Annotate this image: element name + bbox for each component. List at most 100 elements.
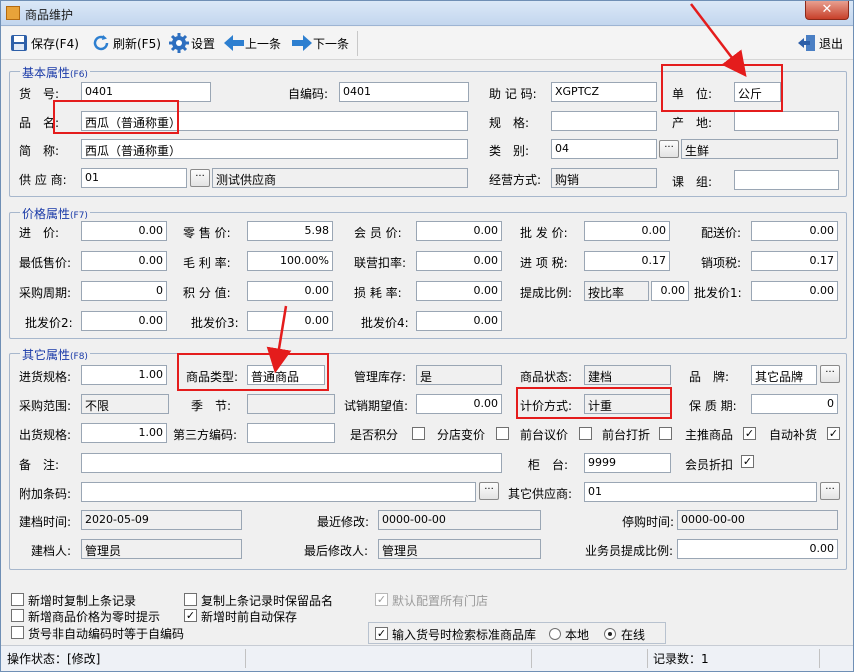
- member-discount-checkbox[interactable]: ✓: [741, 455, 754, 468]
- operation-state: 操作状态：[修改]: [7, 652, 101, 666]
- auto-save-checkbox[interactable]: ✓: [184, 609, 197, 622]
- price-field[interactable]: 0.00: [751, 281, 838, 301]
- price-field[interactable]: 0.00: [751, 221, 838, 241]
- modifier-field: 管理员: [378, 539, 541, 559]
- supplier-name-field: 测试供应商: [212, 168, 468, 188]
- status-separator: [531, 649, 532, 668]
- attribute-checkbox-label: 主推商品: [685, 428, 734, 442]
- arrow-right-icon: [291, 33, 312, 53]
- price-label: 毛 利 率:: [183, 256, 231, 270]
- creator-label: 建档人:: [31, 544, 72, 558]
- created-label: 建档时间:: [19, 515, 72, 529]
- close-button[interactable]: ✕: [805, 1, 849, 20]
- unit-field[interactable]: 公斤: [734, 82, 781, 102]
- goods-type-label: 商品类型:: [186, 370, 239, 384]
- team-field[interactable]: [734, 170, 839, 190]
- price-field[interactable]: 0.00: [416, 221, 502, 241]
- brand-field[interactable]: 其它品牌: [751, 365, 817, 385]
- price-field[interactable]: 100.00%: [247, 251, 333, 271]
- copy-keep-name-checkbox[interactable]: [184, 593, 197, 606]
- category-code-field[interactable]: 04: [551, 139, 657, 159]
- price-field[interactable]: 0: [81, 281, 167, 301]
- price-field[interactable]: 0.00: [584, 221, 670, 241]
- settings-button[interactable]: 设置: [169, 32, 215, 54]
- self-code-field[interactable]: 0401: [339, 82, 469, 102]
- short-name-field[interactable]: 西瓜（普通称重）: [81, 139, 468, 159]
- purchase-spec-field[interactable]: 1.00: [81, 365, 167, 385]
- attribute-checkbox-label: 前台打折: [602, 428, 651, 442]
- supplier-code-field[interactable]: 01: [81, 168, 187, 188]
- spec-label: 规 格:: [489, 116, 530, 130]
- online-radio[interactable]: [604, 628, 616, 640]
- next-button[interactable]: 下一条: [291, 32, 349, 54]
- modified-field: 0000-00-00: [378, 510, 541, 530]
- supplier-browse-button[interactable]: ···: [190, 169, 210, 187]
- remark-field[interactable]: [81, 453, 502, 473]
- counter-label: 柜 台:: [528, 458, 569, 472]
- price-field[interactable]: 0.17: [751, 251, 838, 271]
- ship-spec-field[interactable]: 1.00: [81, 423, 167, 443]
- save-button[interactable]: 保存(F4): [9, 32, 79, 54]
- stop-field: 0000-00-00: [677, 510, 838, 530]
- online-label: 在线: [621, 628, 646, 642]
- attribute-checkbox[interactable]: ✓: [827, 427, 840, 440]
- name-field[interactable]: 西瓜（普通称重）: [81, 111, 468, 131]
- search-std-checkbox[interactable]: ✓: [375, 627, 388, 640]
- attribute-checkbox[interactable]: [659, 427, 672, 440]
- shelf-label: 保 质 期:: [689, 399, 737, 413]
- attribute-checkbox-label: 自动补货: [769, 428, 818, 442]
- copy-last-checkbox[interactable]: [11, 593, 24, 606]
- counter-field[interactable]: 9999: [584, 453, 671, 473]
- price-field[interactable]: 0.00: [416, 281, 502, 301]
- exit-button[interactable]: 退出: [797, 32, 843, 54]
- category-browse-button[interactable]: ···: [659, 140, 679, 158]
- goods-type-field[interactable]: 普通商品: [247, 365, 325, 385]
- biz-mode-field[interactable]: 购销: [551, 168, 657, 188]
- commission-field[interactable]: 0.00: [677, 539, 838, 559]
- mnemonic-field[interactable]: XGPTCZ: [551, 82, 657, 102]
- price-field[interactable]: 0.00: [247, 281, 333, 301]
- no-auto-code-label: 货号非自动编码时等于自编码: [28, 627, 185, 641]
- price-field[interactable]: 5.98: [247, 221, 333, 241]
- status-field[interactable]: 建档: [584, 365, 671, 385]
- third-code-label: 第三方编码:: [173, 428, 238, 442]
- price-field[interactable]: 0.00: [416, 311, 502, 331]
- purchase-range-field[interactable]: 不限: [81, 394, 169, 414]
- price-field[interactable]: 0.00: [416, 251, 502, 271]
- pricing-field[interactable]: 计重: [584, 394, 671, 414]
- price-field[interactable]: 0.00: [81, 311, 167, 331]
- local-radio[interactable]: [549, 628, 561, 640]
- no-auto-code-checkbox[interactable]: [11, 626, 24, 639]
- barcode-browse-button[interactable]: ···: [479, 482, 499, 500]
- attribute-checkbox[interactable]: [579, 427, 592, 440]
- price-field[interactable]: 0.17: [584, 251, 670, 271]
- other-supplier-field[interactable]: 01: [584, 482, 817, 502]
- origin-field[interactable]: [734, 111, 839, 131]
- prev-button[interactable]: 上一条: [223, 32, 281, 54]
- shelf-field[interactable]: 0: [751, 394, 838, 414]
- price-field[interactable]: 0.00: [247, 311, 333, 331]
- price-field[interactable]: 0.00: [651, 281, 689, 301]
- price-label: 会 员 价:: [354, 226, 402, 240]
- trial-field[interactable]: 0.00: [416, 394, 502, 414]
- brand-browse-button[interactable]: ···: [820, 365, 840, 383]
- price-field[interactable]: 0.00: [81, 251, 167, 271]
- spec-field[interactable]: [551, 111, 657, 131]
- price-zero-warn-checkbox[interactable]: [11, 609, 24, 622]
- attribute-checkbox[interactable]: ✓: [743, 427, 756, 440]
- price-field[interactable]: 0.00: [81, 221, 167, 241]
- price-label: 批发价4:: [361, 316, 409, 330]
- manage-stock-field[interactable]: 是: [416, 365, 502, 385]
- extra-barcode-field[interactable]: [81, 482, 476, 502]
- item-no-label: 货 号:: [19, 87, 60, 101]
- third-code-field[interactable]: [247, 423, 335, 443]
- season-field[interactable]: [247, 394, 335, 414]
- item-no-field[interactable]: 0401: [81, 82, 211, 102]
- refresh-button[interactable]: 刷新(F5): [91, 32, 161, 54]
- attribute-checkbox[interactable]: [496, 427, 509, 440]
- other-supplier-browse-button[interactable]: ···: [820, 482, 840, 500]
- save-label: 保存(F4): [31, 36, 79, 51]
- price-field[interactable]: 按比率: [584, 281, 649, 301]
- default-all-stores-checkbox[interactable]: ✓: [375, 593, 388, 606]
- attribute-checkbox[interactable]: [412, 427, 425, 440]
